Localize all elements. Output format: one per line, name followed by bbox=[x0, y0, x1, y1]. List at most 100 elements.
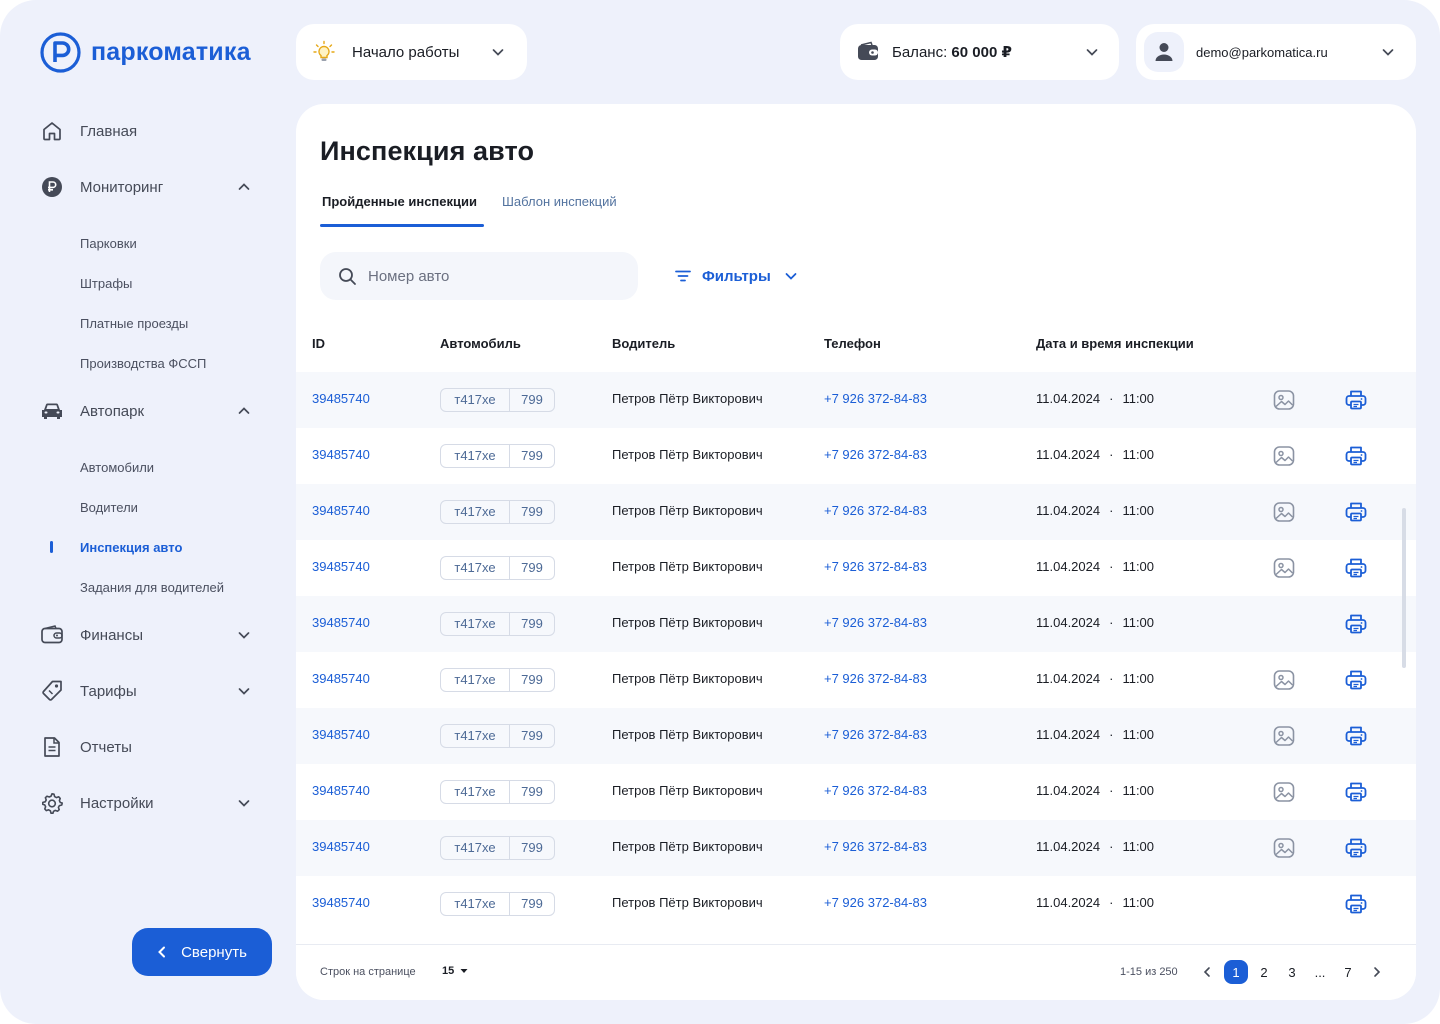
driver-phone-link[interactable]: +7 926 372-84-83 bbox=[824, 895, 927, 910]
balance-text: Баланс: 60 000 ₽ bbox=[892, 43, 1012, 61]
sidebar-subitem-drivers[interactable]: Водители bbox=[80, 495, 138, 519]
table-scrollbar[interactable] bbox=[1402, 508, 1406, 668]
page-1-button[interactable]: 1 bbox=[1224, 960, 1248, 984]
photo-icon[interactable] bbox=[1272, 780, 1296, 804]
inspection-time: 11:00 bbox=[1122, 615, 1155, 630]
inspection-id-link[interactable]: 39485740 bbox=[312, 615, 370, 630]
table-row[interactable]: 39485740 т417хе 799 Петров Пётр Викторов… bbox=[296, 708, 1416, 764]
print-icon[interactable] bbox=[1344, 668, 1368, 692]
table-row[interactable]: 39485740 т417хе 799 Петров Пётр Викторов… bbox=[296, 596, 1416, 652]
sidebar-item-settings[interactable]: Настройки bbox=[40, 787, 260, 819]
sidebar-subitem-fssp[interactable]: Производства ФССП bbox=[80, 351, 206, 375]
tab-inspection-template[interactable]: Шаблон инспекций bbox=[502, 194, 617, 209]
table-row[interactable]: 39485740 т417хе 799 Петров Пётр Викторов… bbox=[296, 428, 1416, 484]
sidebar-subitem-fines[interactable]: Штрафы bbox=[80, 271, 132, 295]
sidebar-item-home[interactable]: Главная bbox=[40, 115, 260, 147]
column-header-driver[interactable]: Водитель bbox=[612, 336, 675, 351]
driver-phone-link[interactable]: +7 926 372-84-83 bbox=[824, 839, 927, 854]
sidebar-item-monitoring[interactable]: Мониторинг bbox=[40, 171, 260, 203]
inspection-id-link[interactable]: 39485740 bbox=[312, 391, 370, 406]
print-icon[interactable] bbox=[1344, 444, 1368, 468]
page-7-button[interactable]: 7 bbox=[1336, 960, 1360, 984]
plate-number: т417хе bbox=[441, 613, 510, 635]
driver-phone-link[interactable]: +7 926 372-84-83 bbox=[824, 671, 927, 686]
driver-phone-link[interactable]: +7 926 372-84-83 bbox=[824, 391, 927, 406]
rows-per-page-label: Строк на странице bbox=[320, 966, 416, 978]
print-icon[interactable] bbox=[1344, 388, 1368, 412]
balance-dropdown[interactable]: Баланс: 60 000 ₽ bbox=[840, 24, 1119, 80]
print-icon[interactable] bbox=[1344, 836, 1368, 860]
inspection-date: 11.04.2024 bbox=[1036, 671, 1101, 686]
table-row[interactable]: 39485740 т417хе 799 Петров Пётр Викторов… bbox=[296, 764, 1416, 820]
column-header-datetime[interactable]: Дата и время инспекции bbox=[1036, 336, 1194, 351]
sidebar-item-tariffs[interactable]: Тарифы bbox=[40, 675, 260, 707]
driver-phone-link[interactable]: +7 926 372-84-83 bbox=[824, 447, 927, 462]
inspection-id-link[interactable]: 39485740 bbox=[312, 783, 370, 798]
table-row[interactable]: 39485740 т417хе 799 Петров Пётр Викторов… bbox=[296, 652, 1416, 708]
page-3-button[interactable]: 3 bbox=[1280, 960, 1304, 984]
inspection-time: 11:00 bbox=[1122, 391, 1155, 406]
inspection-id-link[interactable]: 39485740 bbox=[312, 727, 370, 742]
print-icon[interactable] bbox=[1344, 780, 1368, 804]
photo-icon[interactable] bbox=[1272, 556, 1296, 580]
photo-icon[interactable] bbox=[1272, 388, 1296, 412]
inspection-datetime: 11.04.2024 · 11:00 bbox=[1036, 503, 1154, 518]
chevron-up-icon bbox=[238, 407, 250, 414]
sidebar-item-fleet[interactable]: Автопарк bbox=[40, 395, 260, 427]
print-icon[interactable] bbox=[1344, 724, 1368, 748]
inspection-id-link[interactable]: 39485740 bbox=[312, 671, 370, 686]
driver-phone-link[interactable]: +7 926 372-84-83 bbox=[824, 559, 927, 574]
sidebar-subitem-toll-roads[interactable]: Платные проезды bbox=[80, 311, 188, 335]
user-email: demo@parkomatica.ru bbox=[1196, 44, 1328, 60]
photo-icon[interactable] bbox=[1272, 724, 1296, 748]
inspection-id-link[interactable]: 39485740 bbox=[312, 895, 370, 910]
table-row[interactable]: 39485740 т417хе 799 Петров Пётр Викторов… bbox=[296, 540, 1416, 596]
filters-button[interactable]: Фильтры bbox=[674, 264, 799, 288]
user-menu-dropdown[interactable]: demo@parkomatica.ru bbox=[1136, 24, 1416, 80]
photo-icon[interactable] bbox=[1272, 836, 1296, 860]
brand-logo[interactable]: паркоматика bbox=[40, 31, 251, 73]
table-row[interactable]: 39485740 т417хе 799 Петров Пётр Викторов… bbox=[296, 820, 1416, 876]
inspection-id-link[interactable]: 39485740 bbox=[312, 503, 370, 518]
print-icon[interactable] bbox=[1344, 500, 1368, 524]
plate-number: т417хе bbox=[441, 557, 510, 579]
table-row[interactable]: 39485740 т417хе 799 Петров Пётр Викторов… bbox=[296, 372, 1416, 428]
table-row[interactable]: 39485740 т417хе 799 Петров Пётр Викторов… bbox=[296, 876, 1416, 932]
inspection-time: 11:00 bbox=[1122, 447, 1155, 462]
sidebar-item-reports[interactable]: Отчеты bbox=[40, 731, 260, 763]
inspection-id-link[interactable]: 39485740 bbox=[312, 447, 370, 462]
print-icon[interactable] bbox=[1344, 892, 1368, 916]
print-icon[interactable] bbox=[1344, 556, 1368, 580]
driver-phone-link[interactable]: +7 926 372-84-83 bbox=[824, 615, 927, 630]
inspection-id-link[interactable]: 39485740 bbox=[312, 839, 370, 854]
photo-icon[interactable] bbox=[1272, 668, 1296, 692]
photo-icon[interactable] bbox=[1272, 444, 1296, 468]
column-header-phone[interactable]: Телефон bbox=[824, 336, 881, 351]
chevron-right-icon[interactable] bbox=[1370, 965, 1384, 979]
driver-phone-link[interactable]: +7 926 372-84-83 bbox=[824, 503, 927, 518]
separator-dot: · bbox=[1109, 783, 1114, 798]
sidebar-subitem-inspection[interactable]: Инспекция авто bbox=[80, 535, 182, 559]
table-row[interactable]: 39485740 т417хе 799 Петров Пётр Викторов… bbox=[296, 484, 1416, 540]
rows-per-page-select[interactable]: 15 bbox=[442, 965, 468, 977]
getting-started-dropdown[interactable]: Начало работы bbox=[296, 24, 527, 80]
separator-dot: · bbox=[1109, 615, 1114, 630]
column-header-id[interactable]: ID bbox=[312, 336, 325, 351]
search-box[interactable] bbox=[320, 252, 638, 300]
search-input[interactable] bbox=[368, 264, 618, 288]
sidebar-item-finance[interactable]: Финансы bbox=[40, 619, 260, 651]
collapse-sidebar-button[interactable]: Свернуть bbox=[132, 928, 272, 976]
photo-icon[interactable] bbox=[1272, 500, 1296, 524]
column-header-car[interactable]: Автомобиль bbox=[440, 336, 521, 351]
inspection-id-link[interactable]: 39485740 bbox=[312, 559, 370, 574]
driver-phone-link[interactable]: +7 926 372-84-83 bbox=[824, 783, 927, 798]
tab-completed-inspections[interactable]: Пройденные инспекции bbox=[322, 194, 477, 209]
sidebar-subitem-parkings[interactable]: Парковки bbox=[80, 231, 137, 255]
page-2-button[interactable]: 2 bbox=[1252, 960, 1276, 984]
sidebar-subitem-driver-tasks[interactable]: Задания для водителей bbox=[80, 575, 224, 599]
chevron-left-icon[interactable] bbox=[1200, 965, 1214, 979]
print-icon[interactable] bbox=[1344, 612, 1368, 636]
sidebar-subitem-cars[interactable]: Автомобили bbox=[80, 455, 154, 479]
plate-region: 799 bbox=[521, 448, 543, 463]
driver-phone-link[interactable]: +7 926 372-84-83 bbox=[824, 727, 927, 742]
